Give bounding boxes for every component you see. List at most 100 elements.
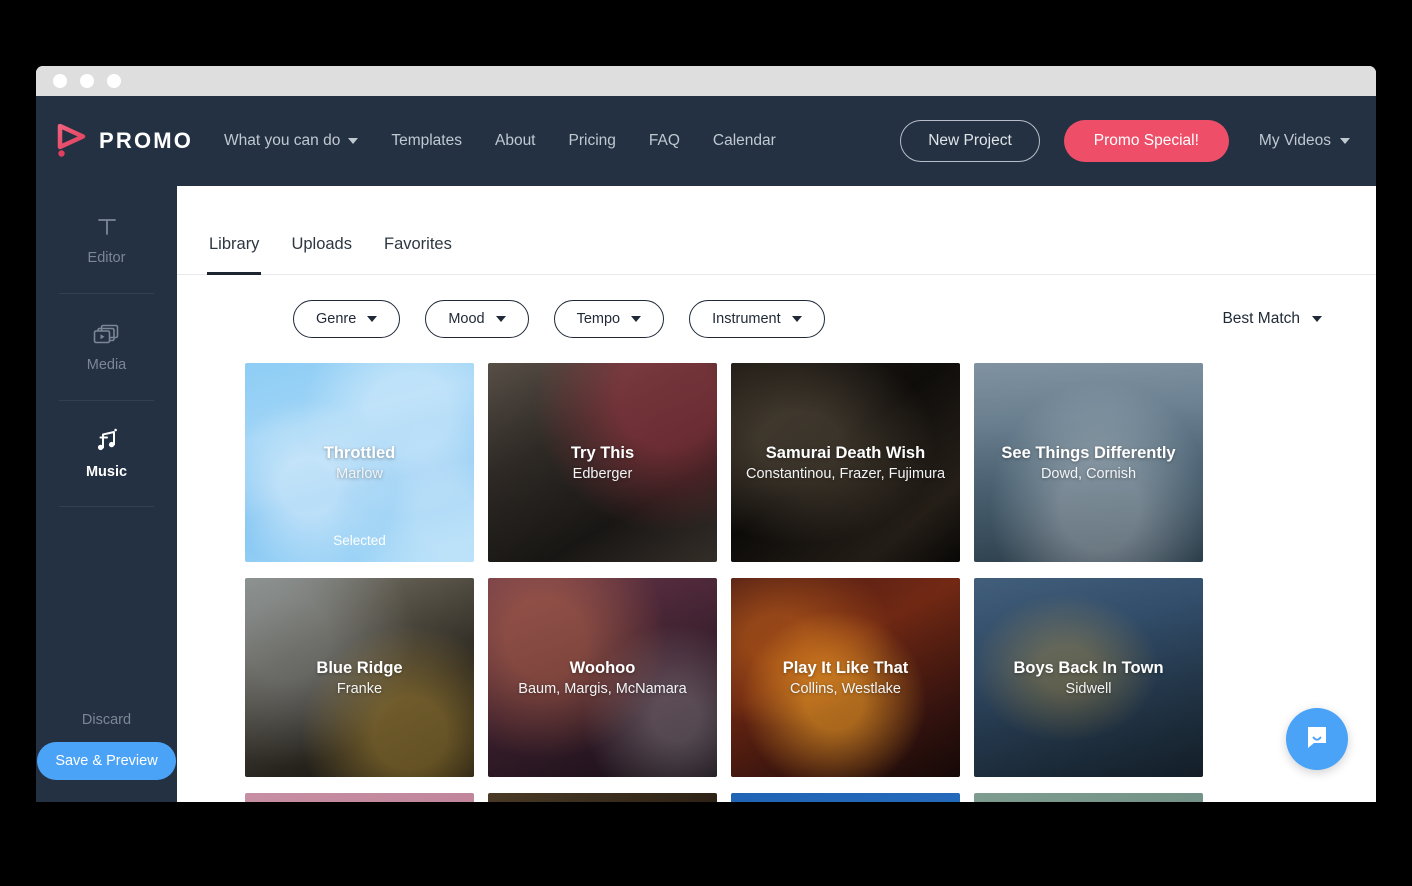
track-title: Try This — [570, 444, 635, 463]
sort-dropdown[interactable]: Best Match — [1222, 310, 1340, 328]
track-title: Woohoo — [569, 659, 636, 678]
nav-link-about[interactable]: About — [495, 132, 536, 150]
sidebar-item-label: Media — [86, 357, 127, 373]
track-title: Blue Ridge — [316, 659, 403, 678]
chevron-down-icon — [495, 316, 506, 322]
nav-link-label: FAQ — [648, 132, 680, 149]
music-track-card[interactable]: See Things Differently Dowd, Cornish — [974, 363, 1203, 562]
track-title: Boys Back In Town — [1013, 659, 1164, 678]
tab-library[interactable]: Library — [207, 235, 262, 275]
track-artist: Sidwell — [1065, 680, 1112, 697]
music-track-card[interactable]: Blue Ridge Franke — [245, 578, 474, 777]
left-sidebar: Editor Media Music Discard Save & Previe… — [36, 186, 177, 802]
nav-link-label: Pricing — [568, 132, 616, 149]
music-note-icon — [94, 427, 120, 453]
sidebar-item-editor[interactable]: Editor — [36, 186, 177, 293]
chevron-down-icon — [791, 316, 802, 322]
new-project-button[interactable]: New Project — [900, 120, 1040, 162]
music-track-card[interactable]: Play It Like That Collins, Westlake — [731, 578, 960, 777]
music-track-card[interactable]: Samurai Death Wish Constantinou, Frazer, … — [731, 363, 960, 562]
tab-favorites[interactable]: Favorites — [382, 235, 454, 274]
text-tool-icon — [95, 213, 119, 239]
nav-link-label: What you can do — [224, 132, 341, 149]
chevron-down-icon — [348, 138, 359, 144]
promo-special-button[interactable]: Promo Special! — [1063, 120, 1229, 162]
filter-label: Tempo — [576, 311, 621, 327]
track-artwork-overlay — [488, 793, 717, 802]
filter-genre[interactable]: Genre — [293, 300, 401, 338]
content-tabs: Library Uploads Favorites — [177, 186, 1376, 275]
chevron-down-icon — [1340, 138, 1350, 144]
discard-button[interactable]: Discard — [82, 712, 131, 728]
my-videos-menu[interactable]: My Videos — [1259, 132, 1350, 150]
track-artist: Collins, Westlake — [790, 680, 901, 697]
track-title: Samurai Death Wish — [765, 444, 926, 463]
music-track-card[interactable] — [488, 793, 717, 802]
sidebar-footer: Discard Save & Preview — [36, 712, 177, 802]
sort-label: Best Match — [1222, 310, 1300, 327]
chat-widget-button[interactable] — [1286, 708, 1348, 770]
track-artist: Constantinou, Frazer, Fujimura — [745, 465, 946, 482]
track-title: Play It Like That — [782, 659, 909, 678]
sidebar-item-music[interactable]: Music — [36, 400, 177, 507]
track-artist: Franke — [336, 680, 383, 697]
save-and-preview-button[interactable]: Save & Preview — [37, 742, 176, 780]
track-artist: Baum, Margis, McNamara — [518, 680, 687, 697]
filters-toolbar: Genre Mood Tempo Instrument Best Match — [177, 275, 1376, 363]
nav-link-templates[interactable]: Templates — [391, 132, 462, 150]
track-artist: Edberger — [572, 465, 633, 482]
app-body: Editor Media Music Discard Save & Previe… — [36, 186, 1376, 802]
window-close-button[interactable] — [53, 74, 67, 88]
sidebar-item-label: Music — [85, 464, 128, 480]
music-track-card[interactable]: Woohoo Baum, Margis, McNamara — [488, 578, 717, 777]
track-artist: Marlow — [336, 465, 383, 482]
sidebar-item-label: Editor — [87, 250, 126, 266]
promo-logo-text: PROMO — [99, 128, 194, 153]
nav-link-label: Templates — [391, 132, 462, 149]
nav-link-what-you-can-do[interactable]: What you can do — [224, 132, 359, 150]
track-title: Throttled — [323, 444, 396, 463]
filter-label: Instrument — [712, 311, 781, 327]
nav-link-label: Calendar — [712, 132, 776, 149]
media-stack-icon — [93, 320, 120, 346]
filter-label: Genre — [316, 311, 357, 327]
chevron-down-icon — [367, 316, 378, 322]
music-track-card[interactable] — [245, 793, 474, 802]
my-videos-label: My Videos — [1258, 132, 1331, 149]
nav-link-pricing[interactable]: Pricing — [569, 132, 616, 150]
chat-bubble-icon — [1302, 722, 1332, 757]
nav-actions: New Project Promo Special! My Videos — [900, 120, 1350, 162]
window-minimize-button[interactable] — [80, 74, 94, 88]
nav-link-calendar[interactable]: Calendar — [713, 132, 776, 150]
music-track-card[interactable]: Boys Back In Town Sidwell — [974, 578, 1203, 777]
filter-label: Mood — [448, 311, 485, 327]
track-artwork — [245, 793, 474, 802]
tab-uploads[interactable]: Uploads — [289, 235, 354, 274]
track-artist: Dowd, Cornish — [1040, 465, 1137, 482]
browser-window: PROMO What you can do Templates About Pr… — [36, 66, 1376, 802]
track-artwork-overlay — [731, 793, 960, 802]
nav-links: What you can do Templates About Pricing … — [224, 132, 776, 150]
filter-tempo[interactable]: Tempo — [553, 300, 665, 338]
filter-mood[interactable]: Mood — [425, 300, 529, 338]
filter-instrument[interactable]: Instrument — [689, 300, 825, 338]
main-content-panel: Library Uploads Favorites Genre Mood Tem… — [177, 186, 1376, 802]
nav-link-faq[interactable]: FAQ — [649, 132, 680, 150]
music-track-card[interactable]: Try This Edberger — [488, 363, 717, 562]
nav-link-label: About — [494, 132, 536, 149]
chevron-down-icon — [631, 316, 642, 322]
chevron-down-icon — [1312, 316, 1322, 322]
window-titlebar — [36, 66, 1376, 96]
promo-logo[interactable]: PROMO — [56, 123, 204, 158]
track-artwork-overlay — [974, 793, 1203, 802]
music-track-card[interactable]: Throttled Marlow Selected — [245, 363, 474, 562]
music-track-card[interactable] — [731, 793, 960, 802]
promo-play-logo-icon — [56, 123, 88, 158]
track-status-badge: Selected — [333, 533, 386, 548]
music-track-card[interactable] — [974, 793, 1203, 802]
music-track-grid: Throttled Marlow Selected Try This Edberger S… — [177, 363, 1376, 802]
sidebar-item-media[interactable]: Media — [36, 293, 177, 400]
window-maximize-button[interactable] — [107, 74, 121, 88]
top-navigation-bar: PROMO What you can do Templates About Pr… — [36, 96, 1376, 186]
track-title: See Things Differently — [1001, 444, 1176, 463]
